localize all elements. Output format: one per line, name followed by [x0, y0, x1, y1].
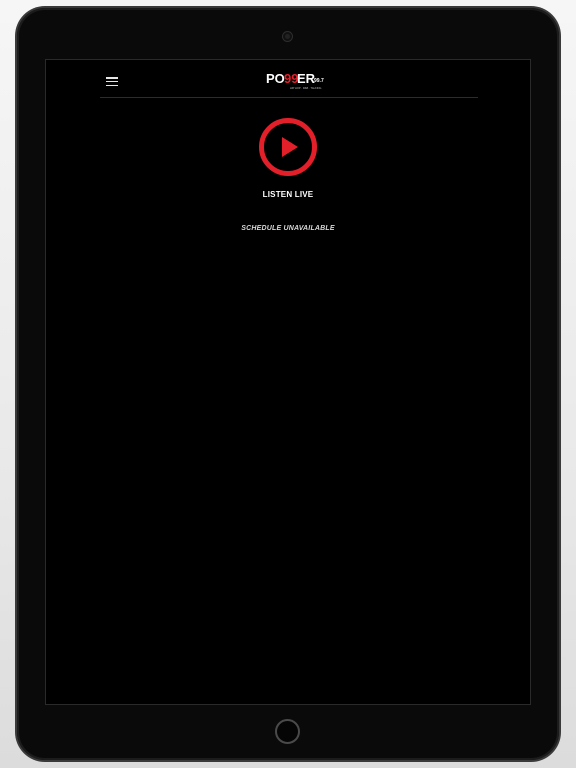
schedule-status-text: SCHEDULE UNAVAILABLE: [241, 225, 335, 232]
tablet-device-frame: PO 99 ER 99.7 HIP HOP · R&B · TALKING LI…: [17, 8, 559, 760]
logo-frequency: 99.7: [314, 78, 324, 84]
listen-live-label: LISTEN LIVE: [262, 190, 314, 199]
front-camera: [283, 32, 292, 41]
app-header: PO 99 ER 99.7 HIP HOP · R&B · TALKING: [100, 60, 478, 98]
hamburger-menu-icon[interactable]: [106, 77, 118, 87]
app-screen: PO 99 ER 99.7 HIP HOP · R&B · TALKING LI…: [45, 59, 531, 705]
play-icon: [259, 118, 317, 176]
logo-tagline: HIP HOP · R&B · TALKING: [290, 86, 321, 90]
home-button[interactable]: [275, 719, 300, 744]
station-logo: PO 99 ER 99.7 HIP HOP · R&B · TALKING: [266, 69, 330, 93]
logo-wordmark-left: PO: [266, 71, 285, 86]
logo-wordmark-right: ER: [297, 71, 316, 86]
listen-live-play-button[interactable]: [258, 117, 318, 177]
